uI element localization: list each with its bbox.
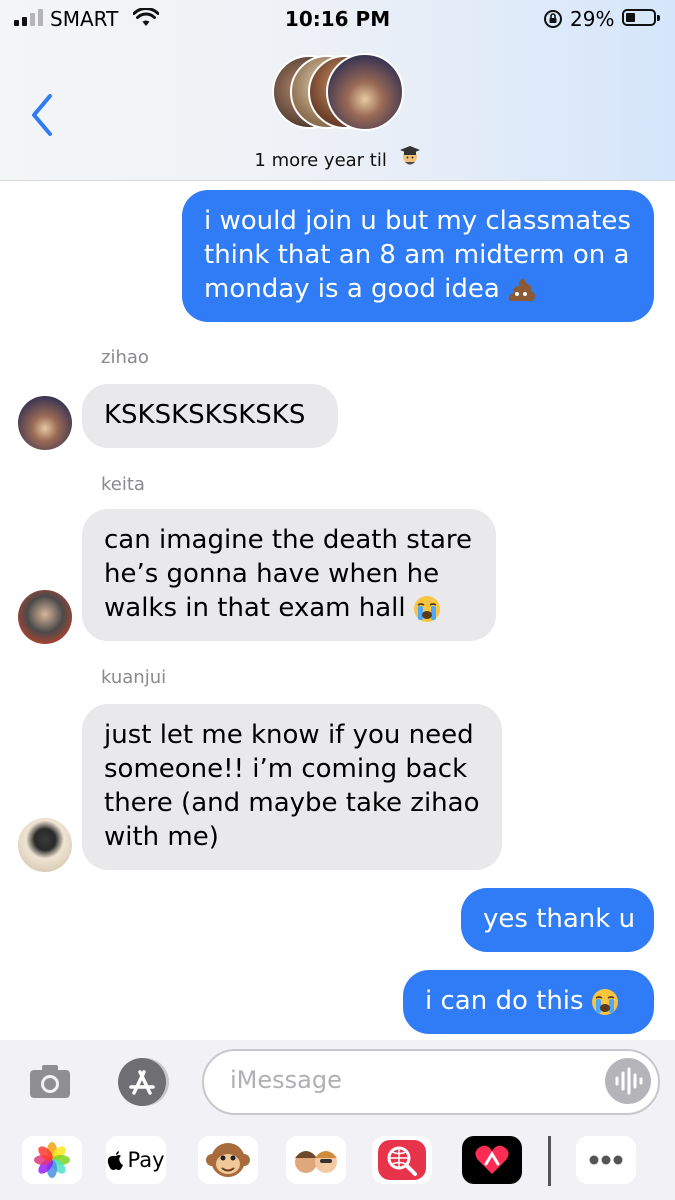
group-name[interactable]: 1 more year til xyxy=(0,144,675,171)
photos-icon xyxy=(34,1142,70,1178)
sender-name: kuanjui xyxy=(101,667,167,688)
message-line: he’s gonna have when he xyxy=(104,559,440,589)
battery-icon xyxy=(622,9,660,26)
group-name-text: 1 more year til xyxy=(254,150,387,171)
message-line: just let me know if you need xyxy=(104,720,474,750)
incoming-message[interactable]: can imagine the death stare he’s gonna h… xyxy=(82,509,496,641)
monkey-animoji-icon xyxy=(206,1143,250,1177)
digital-touch-icon xyxy=(475,1145,509,1174)
avatar[interactable] xyxy=(18,396,72,450)
more-apps-button[interactable] xyxy=(576,1136,636,1184)
message-line: think that an 8 am midterm on a xyxy=(204,240,630,270)
apple-pay-label: Pay xyxy=(127,1148,165,1172)
app-drawer-divider xyxy=(548,1136,551,1186)
conversation-header: SMART 10:16 PM 29% 1 more year til xyxy=(0,0,675,181)
incoming-message[interactable]: just let me know if you need someone!! i… xyxy=(82,704,502,870)
outgoing-message[interactable]: i can do this xyxy=(403,970,654,1034)
message-line-text: monday is a good idea xyxy=(204,274,500,304)
crying-emoji-icon xyxy=(591,988,618,1015)
message-line: KSKSKSKSKSKS xyxy=(104,400,306,430)
avatar[interactable] xyxy=(18,590,72,644)
animoji-button[interactable] xyxy=(198,1136,258,1184)
photos-app-button[interactable] xyxy=(22,1136,82,1184)
message-line: walks in that exam hall xyxy=(104,591,474,625)
app-store-icon[interactable] xyxy=(114,1056,172,1108)
message-line: i can do this xyxy=(425,984,632,1018)
sender-name: keita xyxy=(101,474,145,495)
apple-pay-button[interactable]: Pay xyxy=(106,1136,166,1184)
message-line: yes thank u xyxy=(483,904,636,934)
memoji-button[interactable] xyxy=(286,1136,346,1184)
message-line: can imagine the death stare xyxy=(104,525,473,555)
message-line: someone!! i’m coming back xyxy=(104,754,468,784)
digital-touch-button[interactable] xyxy=(462,1136,522,1184)
message-line: with me) xyxy=(104,822,219,852)
sender-name: zihao xyxy=(101,347,149,368)
message-line: there (and maybe take zihao xyxy=(104,788,480,818)
message-line-text: i can do this xyxy=(425,986,584,1016)
status-bar: SMART 10:16 PM 29% xyxy=(0,0,675,40)
message-input-placeholder: iMessage xyxy=(230,1066,342,1094)
back-chevron-icon[interactable] xyxy=(28,92,58,138)
web-search-button[interactable] xyxy=(372,1136,432,1184)
group-avatar-stack[interactable] xyxy=(270,53,410,135)
message-line: i would join u but my classmates xyxy=(204,206,631,236)
audio-message-icon[interactable] xyxy=(604,1057,652,1105)
poop-emoji-icon xyxy=(508,277,535,301)
crying-emoji-icon xyxy=(413,595,440,622)
message-line-text: walks in that exam hall xyxy=(104,593,406,623)
orientation-lock-icon xyxy=(544,10,562,28)
battery-percentage: 29% xyxy=(570,7,615,31)
outgoing-message[interactable]: i would join u but my classmates think t… xyxy=(182,190,654,322)
message-line: monday is a good idea xyxy=(204,272,632,306)
incoming-message[interactable]: KSKSKSKSKSKS xyxy=(82,384,338,448)
group-member-avatar xyxy=(326,53,404,131)
outgoing-message[interactable]: yes thank u xyxy=(461,888,654,952)
apple-logo-icon xyxy=(108,1151,124,1170)
memoji-icon xyxy=(295,1151,337,1173)
web-search-icon xyxy=(378,1140,426,1180)
graduate-emoji-icon xyxy=(399,146,420,165)
camera-icon[interactable] xyxy=(28,1062,72,1100)
more-icon xyxy=(589,1155,623,1165)
avatar[interactable] xyxy=(18,818,72,872)
